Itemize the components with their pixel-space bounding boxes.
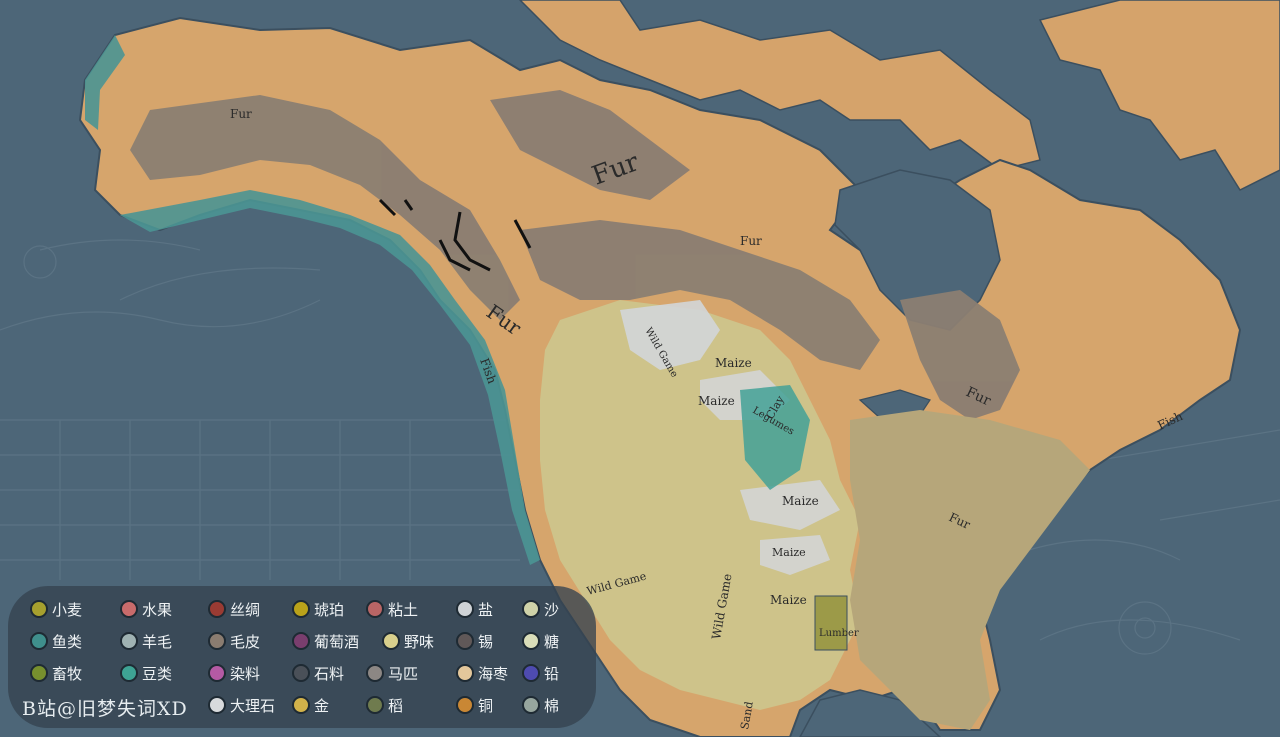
livestock-swatch — [30, 664, 48, 682]
legend-label: 野味 — [404, 632, 435, 651]
legend-item-sand: 沙 — [522, 598, 559, 620]
legend-item-lead: 铅 — [522, 662, 559, 684]
lead-swatch — [522, 664, 540, 682]
legend-item-fish: 鱼类 — [30, 630, 82, 652]
marble-swatch — [208, 696, 226, 714]
legend-item-wild-game: 野味 — [382, 630, 434, 652]
dates-swatch — [456, 664, 474, 682]
wild-game-swatch — [382, 632, 400, 650]
legend-label: 锡 — [478, 632, 494, 651]
legend-item-copper: 铜 — [456, 694, 493, 716]
legend-label: 稻 — [388, 696, 404, 715]
label-maize-north: Maize — [715, 356, 752, 370]
label-fur-ontario: Fur — [740, 234, 762, 248]
legend-label: 大理石 — [230, 696, 276, 715]
legend-label: 琥珀 — [314, 600, 345, 619]
legend-label: 豆类 — [142, 664, 173, 683]
rice-swatch — [366, 696, 384, 714]
legend-item-sugar: 糖 — [522, 630, 559, 652]
legend-item-silk: 丝绸 — [208, 598, 260, 620]
legend-item-fruit: 水果 — [120, 598, 172, 620]
legend-label: 畜牧 — [52, 664, 83, 683]
clay-swatch — [366, 600, 384, 618]
legumes-swatch — [120, 664, 138, 682]
legend-label: 沙 — [544, 600, 560, 619]
legend-label: 棉 — [544, 696, 560, 715]
legend-label: 水果 — [142, 600, 173, 619]
wheat-swatch — [30, 600, 48, 618]
legend-label: 海枣 — [478, 664, 509, 683]
legend-item-clay: 粘土 — [366, 598, 418, 620]
label-maize-tx: Maize — [770, 593, 807, 607]
silk-swatch — [208, 600, 226, 618]
fur-swatch — [208, 632, 226, 650]
legend-item-salt: 盐 — [456, 598, 493, 620]
legend-label: 石料 — [314, 664, 345, 683]
author-watermark: B站@旧梦失词XD — [22, 698, 188, 720]
horses-swatch — [366, 664, 384, 682]
stone-swatch — [292, 664, 310, 682]
legend-item-horses: 马匹 — [366, 662, 418, 684]
legend-item-tin: 锡 — [456, 630, 493, 652]
legend-label: 毛皮 — [230, 632, 261, 651]
fruit-swatch — [120, 600, 138, 618]
lumber-region — [814, 595, 848, 651]
tin-swatch — [456, 632, 474, 650]
legend-label: 鱼类 — [52, 632, 83, 651]
label-lumber: Lumber — [819, 628, 859, 639]
amber-swatch — [292, 600, 310, 618]
legend-label: 葡萄酒 — [314, 632, 360, 651]
copper-swatch — [456, 696, 474, 714]
label-maize-center: Maize — [698, 394, 735, 408]
label-fur-yukon: Fur — [230, 107, 252, 121]
dyes-swatch — [208, 664, 226, 682]
wine-swatch — [292, 632, 310, 650]
legend-item-gold: 金 — [292, 694, 329, 716]
legend-label: 马匹 — [388, 664, 419, 683]
cotton-swatch — [522, 696, 540, 714]
legend-item-wheat: 小麦 — [30, 598, 82, 620]
legend-item-rice: 稻 — [366, 694, 403, 716]
legend-item-legumes: 豆类 — [120, 662, 172, 684]
gold-swatch — [292, 696, 310, 714]
legend-label: 粘土 — [388, 600, 419, 619]
wool-swatch — [120, 632, 138, 650]
sand-swatch — [522, 600, 540, 618]
legend-label: 金 — [314, 696, 330, 715]
legend-label: 盐 — [478, 600, 494, 619]
fish-swatch — [30, 632, 48, 650]
label-maize-south: Maize — [772, 546, 806, 559]
legend-item-amber: 琥珀 — [292, 598, 344, 620]
legend-item-dates: 海枣 — [456, 662, 508, 684]
label-maize-east: Maize — [782, 494, 819, 508]
legend-label: 小麦 — [52, 600, 83, 619]
legend-label: 丝绸 — [230, 600, 261, 619]
salt-swatch — [456, 600, 474, 618]
sugar-swatch — [522, 632, 540, 650]
legend-label: 铅 — [544, 664, 560, 683]
legend-item-marble: 大理石 — [208, 694, 275, 716]
legend-item-wine: 葡萄酒 — [292, 630, 359, 652]
legend-label: 羊毛 — [142, 632, 173, 651]
legend-item-fur: 毛皮 — [208, 630, 260, 652]
legend-item-wool: 羊毛 — [120, 630, 172, 652]
legend-label: 铜 — [478, 696, 494, 715]
legend-label: 糖 — [544, 632, 560, 651]
legend-item-stone: 石料 — [292, 662, 344, 684]
legend-item-dyes: 染料 — [208, 662, 260, 684]
legend-label: 染料 — [230, 664, 261, 683]
legend-item-livestock: 畜牧 — [30, 662, 82, 684]
legend-item-cotton: 棉 — [522, 694, 559, 716]
